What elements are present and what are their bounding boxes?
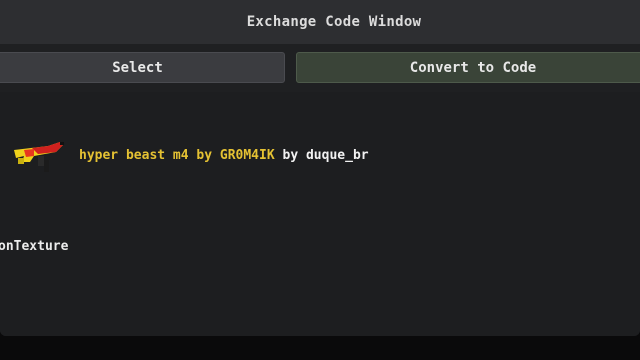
content-area: hyper beast m4 by GR0M4IK by duque_br on… bbox=[0, 92, 640, 336]
texture-label: onTexture bbox=[0, 239, 69, 254]
window-title: Exchange Code Window bbox=[246, 14, 422, 30]
exchange-code-window: Exchange Code Window Select Convert to C… bbox=[0, 0, 640, 336]
convert-to-code-button[interactable]: Convert to Code bbox=[296, 52, 640, 83]
item-label: hyper beast m4 by GR0M4IK by duque_br bbox=[79, 148, 369, 163]
item-author-prefix: by bbox=[282, 148, 299, 163]
item-author: duque_br bbox=[305, 148, 369, 163]
window-titlebar: Exchange Code Window bbox=[0, 0, 640, 44]
select-button[interactable]: Select bbox=[0, 52, 285, 83]
item-name: hyper beast m4 by GR0M4IK bbox=[79, 148, 275, 163]
item-row[interactable]: hyper beast m4 by GR0M4IK by duque_br bbox=[0, 136, 640, 176]
weapon-skin-icon bbox=[14, 142, 64, 172]
